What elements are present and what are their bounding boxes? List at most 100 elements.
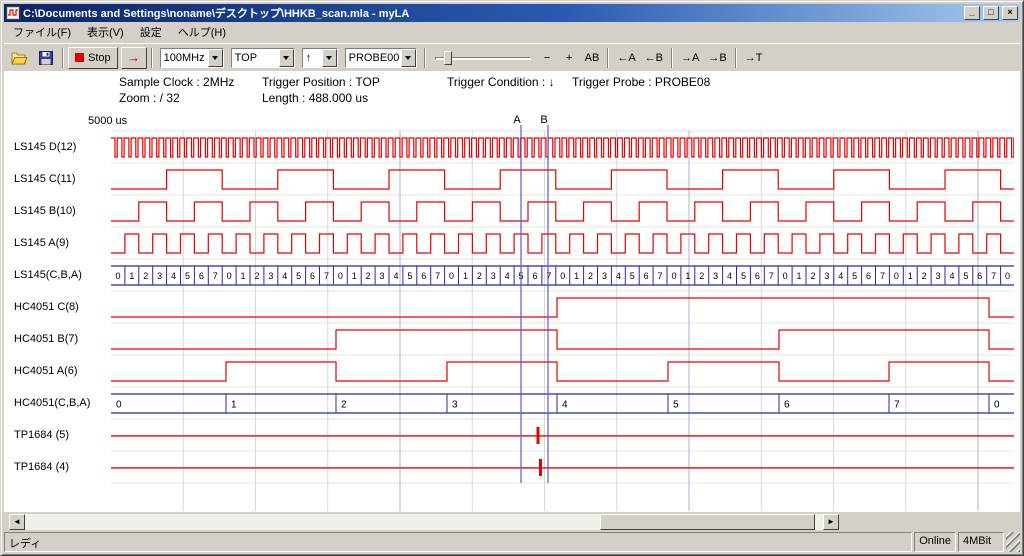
chevron-down-icon[interactable] xyxy=(208,49,223,67)
resize-grip[interactable] xyxy=(1006,532,1020,552)
trigger-edge-combo[interactable]: ↑ xyxy=(302,48,338,68)
svg-text:6: 6 xyxy=(866,271,871,281)
capture-info: Sample Clock : 2MHz Trigger Position : T… xyxy=(4,71,1020,107)
channel-label: HC4051 B(7) xyxy=(14,323,78,355)
svg-text:4: 4 xyxy=(393,271,398,281)
sample-clock-combo[interactable]: 100MHz xyxy=(160,48,224,68)
open-button[interactable] xyxy=(7,46,32,69)
svg-text:0: 0 xyxy=(894,271,899,281)
toolbar: Stop → 100MHz TOP ↑ PROBE00 − + AB xyxy=(4,43,1020,71)
app-window: C:\Documents and Settings\noname\デスクトップ\… xyxy=(0,0,1024,556)
ab-button[interactable]: AB xyxy=(581,47,604,69)
svg-text:1: 1 xyxy=(797,271,802,281)
stop-button[interactable]: Stop xyxy=(68,47,118,69)
status-bar: レディ Online 4MBit xyxy=(4,530,1020,552)
svg-text:0: 0 xyxy=(338,271,343,281)
trigger-edge-combo-value: ↑ xyxy=(303,49,322,67)
stop-icon xyxy=(75,53,84,62)
window-title: C:\Documents and Settings\noname\デスクトップ\… xyxy=(23,5,961,21)
scroll-right-icon[interactable]: ► xyxy=(823,514,839,530)
svg-text:3: 3 xyxy=(268,271,273,281)
svg-text:3: 3 xyxy=(491,271,496,281)
toolbar-separator xyxy=(62,48,64,68)
channel-label: TP1684 (4) xyxy=(14,451,69,483)
waveform-svg[interactable]: 0123456701234567012345670123456701234567… xyxy=(111,107,1014,511)
svg-text:1: 1 xyxy=(352,271,357,281)
svg-text:3: 3 xyxy=(602,271,607,281)
zoom-slider[interactable] xyxy=(435,47,531,69)
run-button[interactable]: → xyxy=(121,47,147,69)
scroll-left-icon[interactable]: ◄ xyxy=(9,514,25,530)
svg-text:2: 2 xyxy=(922,271,927,281)
save-button[interactable] xyxy=(33,46,58,69)
minimize-button[interactable]: _ xyxy=(964,6,980,20)
svg-text:3: 3 xyxy=(380,271,385,281)
channel-label: LS145 C(11) xyxy=(14,163,76,195)
svg-text:7: 7 xyxy=(880,271,885,281)
menu-bar: ファイル(F) 表示(V) 設定 ヘルプ(H) xyxy=(4,22,1020,43)
svg-text:7: 7 xyxy=(658,271,663,281)
svg-text:5: 5 xyxy=(673,400,679,411)
status-ready-text: レディ xyxy=(4,532,912,552)
trigger-position-combo[interactable]: TOP xyxy=(231,48,295,68)
open-folder-icon xyxy=(11,51,28,65)
close-button[interactable]: × xyxy=(1002,6,1018,20)
scrollbar-thumb[interactable] xyxy=(600,514,815,530)
app-icon xyxy=(6,6,20,20)
svg-text:7: 7 xyxy=(769,271,774,281)
waveform-panel: 5000 us LS145 D(12)LS145 C(11)LS145 B(10… xyxy=(4,107,1020,512)
svg-text:4: 4 xyxy=(838,271,843,281)
cursor-a-left-button[interactable]: ←A xyxy=(613,47,639,69)
svg-text:1: 1 xyxy=(685,271,690,281)
sample-clock-text: Sample Clock : 2MHz xyxy=(119,75,234,89)
channel-label: LS145(C,B,A) xyxy=(14,259,82,291)
svg-text:6: 6 xyxy=(532,271,537,281)
zoom-in-button[interactable]: + xyxy=(559,47,580,69)
scrollbar-track[interactable] xyxy=(25,514,823,530)
status-memory-badge: 4MBit xyxy=(958,532,1004,552)
chevron-down-icon[interactable] xyxy=(322,49,337,67)
chevron-down-icon[interactable] xyxy=(401,49,416,67)
toolbar-separator xyxy=(735,48,737,68)
maximize-button[interactable]: □ xyxy=(983,6,999,20)
svg-text:4: 4 xyxy=(949,271,954,281)
svg-text:2: 2 xyxy=(477,271,482,281)
zoom-out-button[interactable]: − xyxy=(537,47,558,69)
horizontal-scrollbar[interactable]: ◄ ► xyxy=(9,514,839,530)
menu-settings[interactable]: 設定 xyxy=(132,22,170,43)
length-text: Length : 488.000 us xyxy=(262,91,368,105)
channel-label: HC4051(C,B,A) xyxy=(14,387,90,419)
svg-text:0: 0 xyxy=(994,400,1000,411)
svg-text:5: 5 xyxy=(407,271,412,281)
chevron-down-icon[interactable] xyxy=(279,49,294,67)
menu-view[interactable]: 表示(V) xyxy=(79,22,132,43)
svg-text:6: 6 xyxy=(784,400,790,411)
menu-help[interactable]: ヘルプ(H) xyxy=(170,22,234,43)
svg-text:2: 2 xyxy=(143,271,148,281)
svg-text:5: 5 xyxy=(741,271,746,281)
svg-text:5: 5 xyxy=(630,271,635,281)
toolbar-separator xyxy=(671,48,673,68)
svg-text:5: 5 xyxy=(852,271,857,281)
svg-text:0: 0 xyxy=(1005,271,1010,281)
svg-text:2: 2 xyxy=(254,271,259,281)
svg-text:7: 7 xyxy=(894,400,900,411)
svg-text:1: 1 xyxy=(463,271,468,281)
cursor-b-right-button[interactable]: →B xyxy=(704,47,730,69)
cursor-b-left-button[interactable]: ←B xyxy=(641,47,667,69)
svg-text:4: 4 xyxy=(616,271,621,281)
svg-text:5: 5 xyxy=(296,271,301,281)
toolbar-separator xyxy=(607,48,609,68)
trigger-probe-combo[interactable]: PROBE00 xyxy=(345,48,417,68)
channel-label: HC4051 A(6) xyxy=(14,355,78,387)
svg-text:4: 4 xyxy=(171,271,176,281)
svg-text:7: 7 xyxy=(435,271,440,281)
menu-file[interactable]: ファイル(F) xyxy=(5,22,79,43)
svg-text:7: 7 xyxy=(324,271,329,281)
svg-text:6: 6 xyxy=(755,271,760,281)
zoom-slider-thumb[interactable] xyxy=(444,51,452,65)
cursor-a-right-button[interactable]: →A xyxy=(677,47,703,69)
trigger-jump-button[interactable]: →T xyxy=(741,47,767,69)
scrollbar-row: ◄ ► xyxy=(4,513,1020,530)
svg-text:1: 1 xyxy=(231,400,237,411)
